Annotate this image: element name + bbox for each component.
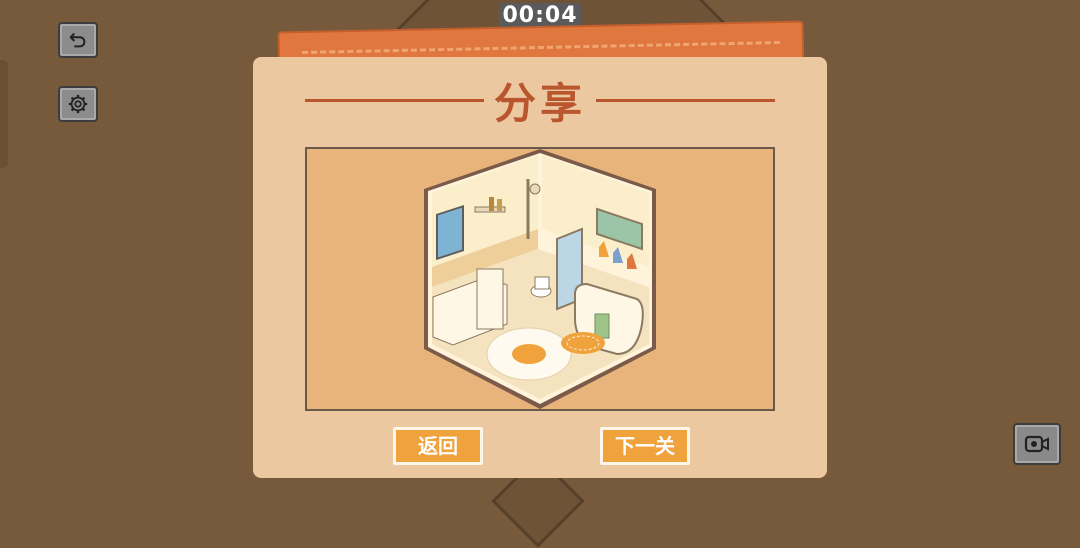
title-divider-left (305, 98, 484, 102)
back-button[interactable]: 返回 (393, 427, 483, 465)
video-camera-icon (1024, 435, 1049, 453)
record-video-button[interactable] (1013, 423, 1061, 465)
dialog-title: 分享 (494, 78, 587, 128)
undo-button[interactable] (58, 22, 98, 58)
share-dialog: 分享 返回 下一关 (253, 57, 827, 478)
room-preview (305, 147, 775, 411)
title-row: 分享 (305, 73, 776, 128)
left-drawer-handle[interactable] (0, 60, 8, 168)
title-divider-right (596, 98, 776, 102)
next-level-button[interactable]: 下一关 (600, 427, 690, 465)
settings-button[interactable] (58, 86, 98, 122)
undo-arrow-icon (69, 32, 86, 48)
gear-icon (68, 94, 88, 114)
bathroom-illustration (424, 149, 656, 409)
